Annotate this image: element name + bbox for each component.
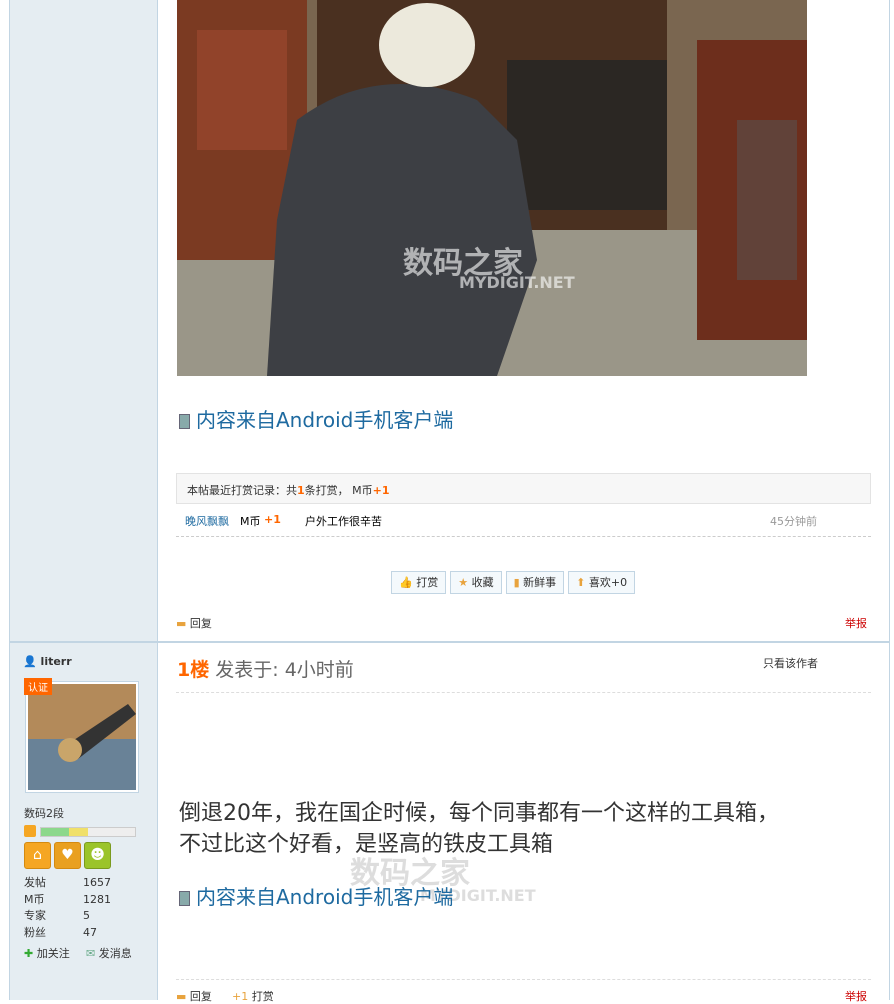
- rate-reason: 户外工作很辛苦: [305, 515, 382, 528]
- post-image[interactable]: 数码之家 MYDIGIT.NET: [177, 0, 807, 376]
- message-button[interactable]: ✉ 发消息: [86, 945, 132, 961]
- phone-icon: [179, 414, 190, 429]
- post-time: 发表于: 4小时前: [215, 659, 354, 681]
- rate-entry: 晚风飘飘 M币 +1 户外工作很辛苦 45分钟前: [176, 512, 871, 537]
- post-separator: [10, 641, 889, 643]
- tip-label: 打赏: [416, 576, 439, 589]
- like-button[interactable]: ⬆ 喜欢+0: [568, 571, 636, 594]
- post-content: 倒退20年，我在国企时候，每个同事都有一个这样的工具箱， 不过比这个好看，是竖高…: [179, 798, 779, 860]
- message-label: 发消息: [98, 947, 132, 960]
- plus-icon: ✚: [24, 947, 34, 960]
- rate-count: 1: [297, 484, 305, 497]
- rate-time: 45分钟前: [770, 515, 817, 528]
- stat-label: 发帖: [24, 876, 46, 889]
- stat-label: 粉丝: [24, 925, 46, 939]
- follow-label: 加关注: [36, 947, 70, 960]
- floor-number[interactable]: 1楼: [177, 659, 209, 681]
- user-icon: 👤: [23, 655, 37, 668]
- verified-badge: 认证: [24, 678, 52, 695]
- user-stats: 发帖 1657 M币 1281 专家 5 粉丝 47: [24, 874, 111, 940]
- tip-link[interactable]: +1 打赏: [232, 988, 274, 1004]
- only-author-link[interactable]: 只看该作者: [763, 655, 818, 671]
- crown-icon: [24, 825, 36, 837]
- stat-row: M币 1281: [24, 891, 111, 908]
- reply-link[interactable]: ▬ 回复: [176, 615, 212, 631]
- post-header: 1楼 发表于: 4小时前: [177, 655, 354, 682]
- reply-icon: ▬: [176, 617, 187, 630]
- stat-label: 专家: [24, 909, 46, 922]
- avatar[interactable]: [25, 681, 139, 793]
- heart-medal-icon[interactable]: ♥: [54, 842, 81, 869]
- rate-currency: M币: [240, 515, 261, 528]
- thumb-icon: 👍: [399, 576, 413, 589]
- mobile-client-label: 内容来自Android手机客户端: [196, 885, 454, 909]
- rate-user-link[interactable]: 晚风飘飘: [185, 513, 229, 529]
- rate-total: +1: [372, 484, 390, 497]
- report-link[interactable]: 举报: [845, 988, 867, 1004]
- mobile-client-label: 内容来自Android手机客户端: [196, 408, 454, 432]
- share-label: 新鲜事: [523, 576, 557, 589]
- stat-value: 5: [83, 909, 90, 922]
- bee-medal-icon[interactable]: ☻: [84, 842, 111, 869]
- follow-button[interactable]: ✚ 加关注: [24, 945, 70, 961]
- stat-row: 专家 5: [24, 907, 111, 924]
- stat-label: M币: [24, 892, 45, 906]
- favorite-label: 收藏: [471, 576, 494, 589]
- reply-link[interactable]: ▬ 回复: [176, 988, 212, 1004]
- content-line-1: 倒退20年，我在国企时候，每个同事都有一个这样的工具箱，: [179, 801, 779, 826]
- share-button[interactable]: ▮ 新鲜事: [505, 571, 565, 594]
- mobile-client-link[interactable]: 内容来自Android手机客户端: [179, 404, 453, 433]
- mobile-client-link[interactable]: 内容来自Android手机客户端: [179, 881, 453, 910]
- phone-icon: [179, 891, 190, 906]
- star-icon: ★: [458, 576, 469, 589]
- username: literr: [40, 655, 72, 668]
- arrow-up-icon: ⬆: [576, 576, 586, 589]
- reply-icon: ▬: [176, 990, 187, 1003]
- home-medal-icon[interactable]: ⌂: [24, 842, 51, 869]
- report-link[interactable]: 举报: [845, 615, 867, 631]
- header-divider: [176, 692, 871, 693]
- watermark-en: MYDIGIT.NET: [459, 273, 575, 292]
- tip-button[interactable]: 👍 打赏: [391, 571, 447, 594]
- rate-summary-mid: 条打赏， M币: [304, 484, 373, 497]
- plus-one-icon: +1: [232, 990, 249, 1003]
- footer-divider: [176, 979, 871, 980]
- user-rank: 数码2段: [24, 807, 64, 820]
- rate-summary: 本帖最近打赏记录：共1条打赏， M币+1: [176, 473, 871, 504]
- content-line-2: 不过比这个好看，是竖高的铁皮工具箱: [179, 832, 554, 857]
- reply-label: 回复: [189, 617, 212, 630]
- news-icon: ▮: [513, 576, 520, 589]
- stat-row: 发帖 1657: [24, 874, 111, 891]
- reply-label: 回复: [189, 990, 212, 1003]
- like-label: 喜欢+0: [588, 576, 628, 589]
- rate-amount: +1: [264, 513, 281, 526]
- stat-row: 粉丝 47: [24, 924, 111, 941]
- stat-value: 47: [83, 925, 97, 939]
- tip-label: 打赏: [251, 990, 274, 1003]
- level-bar: [40, 827, 136, 837]
- favorite-button[interactable]: ★ 收藏: [450, 571, 502, 594]
- stat-value: 1281: [83, 892, 111, 906]
- mail-icon: ✉: [86, 947, 96, 960]
- rate-summary-prefix: 本帖最近打赏记录：共: [187, 484, 297, 497]
- stat-value: 1657: [83, 876, 111, 889]
- post-action-buttons: 👍 打赏 ★ 收藏 ▮ 新鲜事 ⬆ 喜欢+0: [391, 571, 636, 594]
- author-name[interactable]: 👤 literr: [23, 655, 72, 668]
